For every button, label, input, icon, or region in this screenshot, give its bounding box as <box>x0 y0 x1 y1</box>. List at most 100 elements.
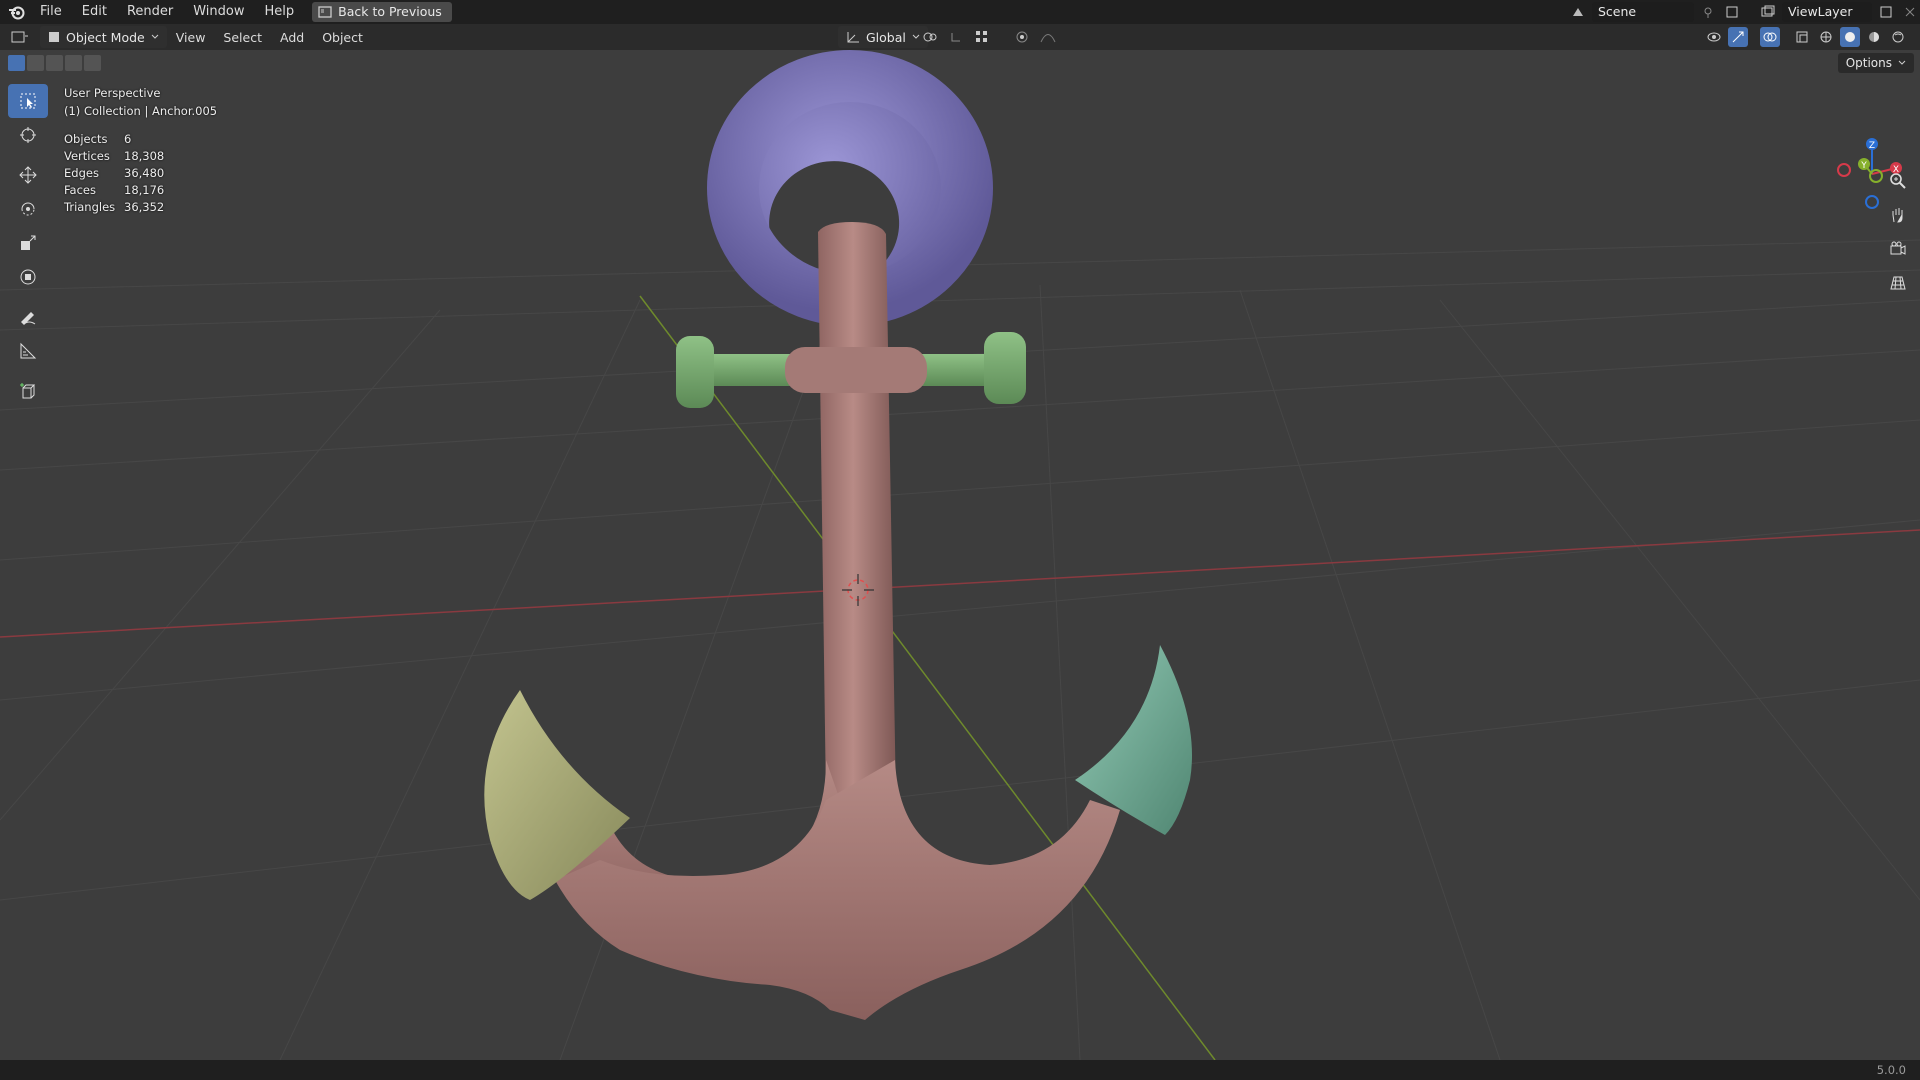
scale-icon <box>21 235 36 250</box>
ortho-toggle-button[interactable] <box>1884 270 1912 296</box>
editor-type-icon[interactable] <box>10 27 30 47</box>
pan-button[interactable] <box>1884 202 1912 228</box>
viewport-header: Object Mode View Select Add Object Globa… <box>0 24 1920 50</box>
stat-row: Objects 6 <box>64 132 132 146</box>
select-extend-icon[interactable] <box>27 55 44 71</box>
svg-text:Y: Y <box>1860 161 1867 171</box>
snapping-controls <box>920 27 1058 47</box>
wireframe-shading-icon[interactable] <box>1816 27 1836 47</box>
select-box-tool[interactable] <box>8 84 48 118</box>
status-bar: 5.0.0 <box>0 1060 1920 1080</box>
options-label: Options <box>1845 56 1892 70</box>
viewport-shading-controls <box>1704 27 1908 47</box>
transform-icon <box>20 269 36 285</box>
back-icon <box>318 6 332 18</box>
hand-icon <box>1892 208 1903 223</box>
object-mode-icon <box>49 32 59 42</box>
svg-text:Z: Z <box>1869 141 1875 151</box>
select-new-icon[interactable] <box>8 55 25 71</box>
options-dropdown[interactable]: Options <box>1837 53 1914 73</box>
annotate-tool[interactable] <box>8 300 48 334</box>
viewport-scene[interactable] <box>0 50 1920 1060</box>
view-layer-name: ViewLayer <box>1788 4 1853 19</box>
header-menu-add[interactable]: Add <box>271 30 313 45</box>
menu-window[interactable]: Window <box>183 0 254 24</box>
annotate-icon <box>21 312 36 325</box>
orientation-icon <box>847 32 859 43</box>
scene-icon[interactable] <box>1568 2 1588 22</box>
add-cube-tool[interactable] <box>8 374 48 408</box>
move-icon <box>19 166 37 184</box>
scene-statistics: Objects 6 Vertices 18,308 Edges 36,480 Face… <box>64 130 217 215</box>
menu-edit[interactable]: Edit <box>72 0 117 24</box>
version-label: 5.0.0 <box>1876 1063 1906 1077</box>
view-layer-icon[interactable] <box>1758 2 1778 22</box>
measure-icon <box>20 342 37 359</box>
menu-file[interactable]: File <box>30 0 72 24</box>
new-view-layer-icon[interactable] <box>1876 2 1896 22</box>
menu-help[interactable]: Help <box>255 0 305 24</box>
add-cube-icon <box>20 383 36 399</box>
cursor-icon <box>20 93 36 109</box>
mode-dropdown[interactable]: Object Mode <box>40 26 167 48</box>
viewport-info-overlay: User Perspective (1) Collection | Anchor… <box>64 84 217 215</box>
move-tool[interactable] <box>8 158 48 192</box>
zoom-button[interactable] <box>1884 168 1912 194</box>
view-layer-field[interactable]: ViewLayer <box>1782 2 1872 22</box>
stat-row: Faces 18,176 <box>64 183 165 197</box>
back-to-previous-label: Back to Previous <box>338 4 442 19</box>
pin-icon[interactable] <box>1698 2 1718 22</box>
top-menu-bar: File Edit Render Window Help Back to Pre… <box>0 0 1920 24</box>
stat-row: Vertices 18,308 <box>64 149 165 163</box>
grid-icon <box>1890 276 1906 290</box>
header-menu-object[interactable]: Object <box>313 30 372 45</box>
top-right-controls: Scene ViewLayer <box>1568 0 1920 24</box>
cursor-tool[interactable] <box>8 118 48 152</box>
pivot-icon[interactable] <box>920 27 940 47</box>
xray-icon[interactable] <box>1792 27 1812 47</box>
snap-icon[interactable] <box>946 27 966 47</box>
transform-tool[interactable] <box>8 260 48 294</box>
select-invert-icon[interactable] <box>65 55 82 71</box>
proportional-edit-icon[interactable] <box>1012 27 1032 47</box>
header-menu-select[interactable]: Select <box>214 30 271 45</box>
stat-row: Triangles 36,352 <box>64 200 165 214</box>
back-to-previous-button[interactable]: Back to Previous <box>312 2 452 22</box>
gizmo-toggle-icon[interactable] <box>1728 27 1748 47</box>
rotate-tool[interactable] <box>8 192 48 226</box>
select-intersect-icon[interactable] <box>84 55 101 71</box>
menu-render[interactable]: Render <box>117 0 183 24</box>
transform-orientation-dropdown[interactable]: Global <box>838 26 928 48</box>
chevron-down-icon <box>151 34 159 39</box>
snap-increment-icon[interactable] <box>972 27 992 47</box>
rotate-icon <box>21 202 35 216</box>
rendered-shading-icon[interactable] <box>1888 27 1908 47</box>
scale-tool[interactable] <box>8 226 48 260</box>
scene-field[interactable]: Scene <box>1592 2 1694 22</box>
falloff-icon[interactable] <box>1038 27 1058 47</box>
chevron-down-icon <box>912 34 920 39</box>
select-subtract-icon[interactable] <box>46 55 63 71</box>
zoom-icon <box>1890 173 1906 189</box>
header-menu-view[interactable]: View <box>167 30 215 45</box>
visibility-icon[interactable] <box>1704 27 1724 47</box>
overlay-toggle-icon[interactable] <box>1760 27 1780 47</box>
measure-tool[interactable] <box>8 334 48 368</box>
mode-label: Object Mode <box>66 29 145 45</box>
collection-label: (1) Collection | Anchor.005 <box>64 104 218 118</box>
material-shading-icon[interactable] <box>1864 27 1884 47</box>
stat-row: Edges 36,480 <box>64 166 165 180</box>
scene-name: Scene <box>1598 4 1637 19</box>
anchor-shank[interactable] <box>818 222 896 800</box>
anchor-arms[interactable] <box>555 760 1120 1020</box>
blender-logo-icon[interactable] <box>4 0 30 24</box>
new-scene-icon[interactable] <box>1722 2 1742 22</box>
transform-orientation-label: Global <box>866 29 906 45</box>
camera-view-button[interactable] <box>1884 236 1912 262</box>
chevron-down-icon <box>1898 60 1906 65</box>
solid-shading-icon[interactable] <box>1840 27 1860 47</box>
perspective-label: User Perspective <box>64 86 161 100</box>
viewport-navigation-buttons <box>1884 168 1912 296</box>
3d-viewport[interactable]: Z X Y <box>0 50 1920 1060</box>
close-icon[interactable] <box>1900 2 1920 22</box>
